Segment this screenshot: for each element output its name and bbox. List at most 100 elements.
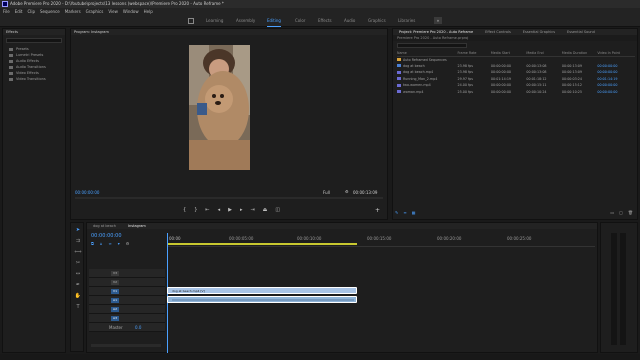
menu-sequence[interactable]: Sequence <box>40 8 60 15</box>
ripple-edit-tool-icon[interactable]: ⟺ <box>74 248 82 256</box>
cell-video-in: 00:00:00:00 <box>597 89 618 94</box>
linked-selection-icon[interactable]: ∞ <box>108 241 111 246</box>
tab-effect-controls[interactable]: Effect Controls <box>479 29 517 35</box>
track-select-tool-icon[interactable]: ⇉ <box>74 237 82 245</box>
menu-edit[interactable]: Edit <box>15 8 23 15</box>
menu-clip[interactable]: Clip <box>27 8 35 15</box>
export-frame-icon[interactable]: ◫ <box>275 207 280 213</box>
icon-view-icon[interactable]: ▦ <box>412 210 416 215</box>
delete-icon[interactable]: 🗑 <box>628 210 633 215</box>
playhead-timecode[interactable]: 00:00:00:00 <box>75 190 99 195</box>
workspace-audio[interactable]: Audio <box>344 15 355 27</box>
tab-essential-sound[interactable]: Essential Sound <box>561 29 601 35</box>
tab-instagram[interactable]: Instagram <box>122 223 152 229</box>
audio-clip[interactable] <box>167 296 357 303</box>
track-label[interactable]: V2 <box>111 280 119 285</box>
pen-tool-icon[interactable]: ✒ <box>74 281 82 289</box>
workspace-learning[interactable]: Learning <box>206 15 223 27</box>
video-frame[interactable] <box>189 45 250 170</box>
program-monitor: Program: Instagram 00:00:00:00 Full ⚙ 00… <box>70 28 388 220</box>
clip-icon <box>397 90 401 94</box>
track-label[interactable]: A1 <box>111 298 119 303</box>
effects-panel: Effects Presets Lumetri Presets Audio Ef… <box>2 28 66 353</box>
go-to-in-icon[interactable]: ⇤ <box>205 207 209 213</box>
menu-bar: File Edit Clip Sequence Markers Graphics… <box>0 8 640 15</box>
mark-in-icon[interactable]: { <box>183 207 186 213</box>
table-row[interactable]: woman.mp4 25.00 fps 00:00:00:00 00:00:10:24… <box>397 89 635 96</box>
track-label[interactable]: V3 <box>111 271 119 276</box>
cell-media-duration: 00:00:10:25 <box>561 89 583 94</box>
master-volume-value[interactable]: 0.0 <box>135 325 141 330</box>
project-search-input[interactable] <box>397 43 467 48</box>
track-header-v2: V2 <box>89 278 165 287</box>
tab-dog-at-beach[interactable]: dog at beach <box>87 223 122 229</box>
write-protect-icon[interactable]: ✎ <box>395 210 398 215</box>
effects-panel-title[interactable]: Effects <box>3 29 65 35</box>
type-tool-icon[interactable]: T <box>74 303 82 311</box>
add-button-icon[interactable]: + <box>375 207 380 214</box>
workspace-effects[interactable]: Effects <box>318 15 332 27</box>
menu-window[interactable]: Window <box>123 8 139 15</box>
go-to-out-icon[interactable]: ⇥ <box>250 207 254 213</box>
list-view-icon[interactable]: ≡ <box>403 210 406 215</box>
cell-frame-rate: 25.00 fps <box>457 89 473 94</box>
clip-icon <box>397 77 401 81</box>
effects-item-video-transitions[interactable]: Video Transitions <box>3 76 65 82</box>
track-label[interactable]: A2 <box>111 307 119 312</box>
new-bin-icon[interactable]: ▭ <box>610 210 614 215</box>
selection-tool-icon[interactable]: ➤ <box>74 226 82 234</box>
folder-icon <box>9 47 13 51</box>
project-panel: Project: Premiere Pro 2020 - Auto Refram… <box>392 28 638 220</box>
cell-name: woman.mp4 <box>397 89 458 96</box>
horizontal-scrollbar[interactable] <box>91 344 161 347</box>
play-icon[interactable]: ▶ <box>228 207 232 213</box>
effects-search-input[interactable] <box>6 38 62 43</box>
menu-file[interactable]: File <box>3 8 10 15</box>
new-item-icon[interactable]: ▢ <box>619 210 623 215</box>
track-header-v3: V3 <box>89 269 165 278</box>
cell-media-end: 00:00:10:24 <box>526 89 547 94</box>
tab-essential-graphics[interactable]: Essential Graphics <box>517 29 561 35</box>
hand-tool-icon[interactable]: ✋ <box>74 292 82 300</box>
track-header-a3: A3 <box>89 314 165 323</box>
workspace-libraries[interactable]: Libraries <box>398 15 415 27</box>
work-area-bar[interactable] <box>167 243 357 245</box>
track-label[interactable]: A3 <box>111 316 119 321</box>
snap-icon[interactable]: ⌂ <box>100 241 103 246</box>
timeline-timecode[interactable]: 00:00:00:00 <box>91 233 122 239</box>
project-footer-tools: ✎ ≡ ▦ <box>395 210 416 215</box>
add-marker-icon[interactable]: ▾ <box>118 241 120 246</box>
bin-icon <box>397 58 401 61</box>
mark-out-icon[interactable]: } <box>194 207 197 213</box>
menu-markers[interactable]: Markers <box>65 8 81 15</box>
track-label[interactable]: V1 <box>111 289 119 294</box>
step-back-icon[interactable]: ◂ <box>218 207 221 213</box>
ruler-label: 00:00:05:00 <box>229 236 254 241</box>
duration-timecode: 00:00:13:09 <box>353 190 378 195</box>
program-monitor-title[interactable]: Program: Instagram <box>71 29 387 35</box>
menu-view[interactable]: View <box>108 8 118 15</box>
step-forward-icon[interactable]: ▸ <box>240 207 243 213</box>
workspace-editing[interactable]: Editing <box>267 15 281 27</box>
transport-controls: { } ⇤ ◂ ▶ ▸ ⇥ ⏏ ◫ <box>183 207 280 213</box>
workspace-graphics[interactable]: Graphics <box>368 15 386 27</box>
workspace-assembly[interactable]: Assembly <box>236 15 255 27</box>
menu-graphics[interactable]: Graphics <box>86 8 104 15</box>
lift-icon[interactable]: ⏏ <box>263 207 268 213</box>
time-ruler[interactable]: 00:00 00:00:05:00 00:00:10:00 00:00:15:0… <box>167 233 595 247</box>
fit-dropdown[interactable]: Full <box>323 190 330 195</box>
folder-icon <box>9 53 13 57</box>
more-workspaces-icon[interactable]: » <box>434 17 442 24</box>
settings-wrench-icon[interactable]: ⚙ <box>345 189 349 194</box>
slip-tool-icon[interactable]: ↔ <box>74 270 82 278</box>
razor-tool-icon[interactable]: ✂ <box>74 259 82 267</box>
clip-label: dog at beach.mp4 [V] <box>172 289 205 293</box>
video-clip[interactable]: dog at beach.mp4 [V] <box>167 287 357 294</box>
menu-help[interactable]: Help <box>144 8 153 15</box>
workspace-color[interactable]: Color <box>295 15 305 27</box>
dog-video-image <box>189 45 250 170</box>
nest-icon[interactable]: ⧉ <box>91 241 94 246</box>
timeline-settings-icon[interactable]: ⚙ <box>126 241 130 246</box>
program-scrub-bar[interactable] <box>75 197 383 199</box>
home-icon[interactable] <box>188 18 194 24</box>
